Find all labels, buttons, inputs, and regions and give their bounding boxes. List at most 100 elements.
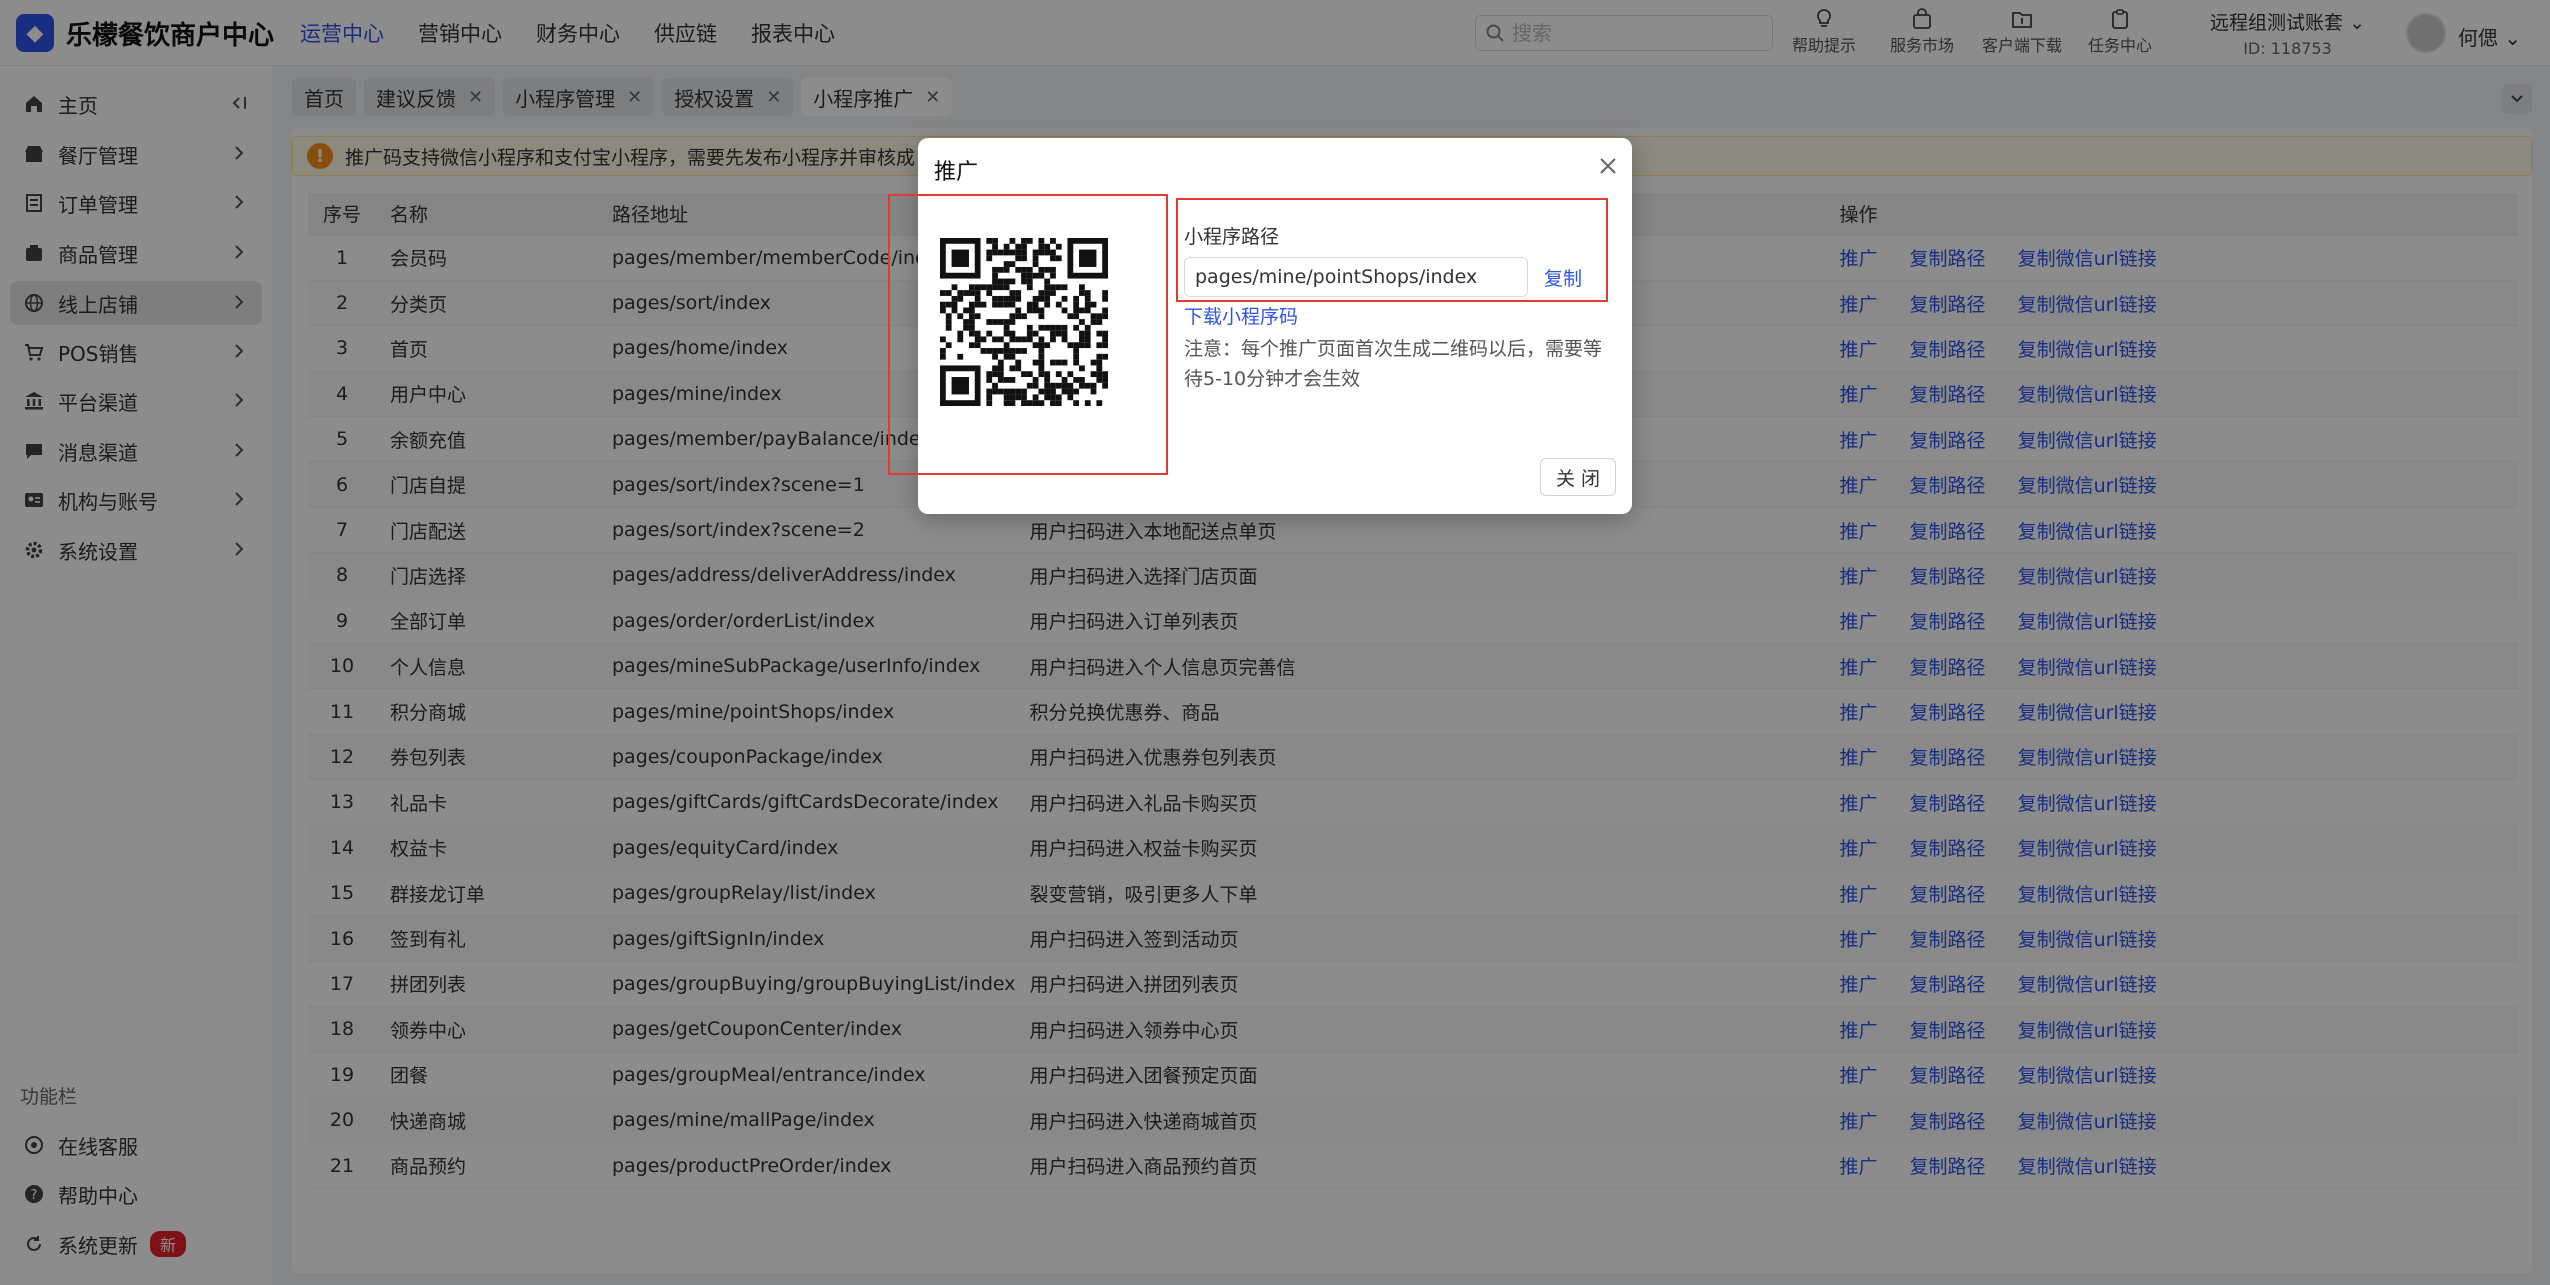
qr-module bbox=[1026, 336, 1033, 343]
qr-module bbox=[1038, 243, 1045, 250]
qr-module bbox=[1038, 400, 1045, 406]
qr-module bbox=[1021, 336, 1027, 343]
qr-module bbox=[1021, 243, 1027, 250]
qr-module bbox=[1003, 388, 1010, 395]
qr-module bbox=[992, 301, 998, 308]
qr-module bbox=[1003, 301, 1010, 308]
qr-module bbox=[1003, 319, 1010, 325]
qr-module bbox=[1021, 255, 1027, 262]
qr-module bbox=[992, 371, 998, 378]
qr-module bbox=[968, 330, 975, 337]
close-button[interactable]: 关 闭 bbox=[1540, 458, 1616, 496]
qr-module bbox=[1009, 301, 1016, 308]
qr-module bbox=[974, 295, 981, 302]
qr-module bbox=[940, 353, 946, 360]
qr-module bbox=[1032, 255, 1039, 262]
qr-module bbox=[1026, 324, 1033, 331]
qr-module bbox=[974, 336, 981, 343]
qr-module bbox=[980, 284, 987, 291]
qr-module bbox=[1090, 382, 1097, 389]
miniapp-path-input[interactable] bbox=[1184, 257, 1528, 297]
qr-module bbox=[986, 388, 993, 395]
qr-module bbox=[1096, 365, 1103, 372]
qr-module bbox=[1015, 295, 1022, 302]
qr-module bbox=[1073, 359, 1080, 366]
qr-module bbox=[1055, 371, 1062, 378]
qr-module bbox=[974, 284, 981, 291]
qr-module bbox=[1032, 330, 1039, 337]
qr-module bbox=[1032, 377, 1039, 383]
qr-module bbox=[1044, 284, 1051, 291]
qr-module bbox=[1050, 382, 1056, 389]
qr-module bbox=[957, 330, 964, 337]
qr-module bbox=[997, 295, 1004, 302]
qr-module bbox=[1084, 324, 1091, 331]
qr-module bbox=[1073, 307, 1080, 314]
qr-module bbox=[1050, 290, 1056, 296]
qr-module bbox=[1044, 388, 1051, 395]
qr-module bbox=[940, 307, 946, 314]
qr-module bbox=[1015, 359, 1022, 366]
qr-module bbox=[1050, 330, 1056, 337]
qr-module bbox=[980, 301, 987, 308]
qr-module bbox=[957, 353, 964, 360]
qr-module bbox=[1038, 290, 1045, 296]
qr-module bbox=[1038, 388, 1045, 395]
qr-module bbox=[1055, 400, 1062, 406]
qr-module bbox=[1079, 365, 1085, 372]
qr-module bbox=[992, 388, 998, 395]
qr-module bbox=[1055, 284, 1062, 291]
qr-module bbox=[1067, 388, 1074, 395]
qr-module bbox=[1032, 295, 1039, 302]
qr-module bbox=[1050, 255, 1056, 262]
qr-module bbox=[1003, 324, 1010, 331]
qr-code-image bbox=[940, 238, 1108, 406]
qr-module bbox=[1009, 348, 1016, 354]
qr-module bbox=[1038, 342, 1045, 349]
qr-module bbox=[1009, 330, 1016, 337]
qr-module bbox=[1079, 382, 1085, 389]
qr-module bbox=[1050, 394, 1056, 401]
qr-module bbox=[951, 377, 969, 395]
qr-module bbox=[1050, 272, 1056, 279]
qr-module bbox=[1009, 336, 1016, 343]
qr-module bbox=[1102, 290, 1108, 296]
qr-module bbox=[1050, 238, 1056, 244]
qr-module bbox=[957, 290, 964, 296]
qr-module bbox=[1044, 377, 1051, 383]
qr-module bbox=[992, 243, 998, 250]
qr-module bbox=[1073, 313, 1080, 320]
qr-module bbox=[1032, 394, 1039, 401]
copy-path-link[interactable]: 复制 bbox=[1544, 264, 1582, 291]
qr-module bbox=[986, 249, 993, 256]
qr-module bbox=[1073, 301, 1080, 308]
qr-module bbox=[1050, 388, 1056, 395]
qr-module bbox=[1044, 301, 1051, 308]
qr-module bbox=[1038, 295, 1045, 302]
qr-module bbox=[1015, 336, 1022, 343]
qr-module bbox=[1032, 342, 1039, 349]
qr-module bbox=[992, 382, 998, 389]
qr-module bbox=[1038, 348, 1045, 354]
qr-module bbox=[1044, 382, 1051, 389]
qr-module bbox=[951, 284, 958, 291]
qr-module bbox=[1055, 382, 1062, 389]
download-qr-link[interactable]: 下载小程序码 bbox=[1184, 302, 1298, 329]
qr-module bbox=[1090, 301, 1097, 308]
qr-module bbox=[997, 377, 1004, 383]
qr-module bbox=[1055, 301, 1062, 308]
qr-module bbox=[1009, 290, 1016, 296]
close-icon[interactable] bbox=[1594, 152, 1622, 180]
qr-module bbox=[992, 249, 998, 256]
qr-module bbox=[997, 359, 1004, 366]
qr-module bbox=[1044, 243, 1051, 250]
qr-module bbox=[997, 371, 1004, 378]
qr-module bbox=[1009, 388, 1016, 395]
qr-module bbox=[1038, 365, 1045, 372]
qr-module bbox=[1026, 382, 1033, 389]
qr-module bbox=[1044, 342, 1051, 349]
qr-module bbox=[1021, 400, 1027, 406]
qr-module bbox=[1009, 365, 1016, 372]
qr-module bbox=[1079, 330, 1085, 337]
qr-module bbox=[1061, 324, 1068, 331]
